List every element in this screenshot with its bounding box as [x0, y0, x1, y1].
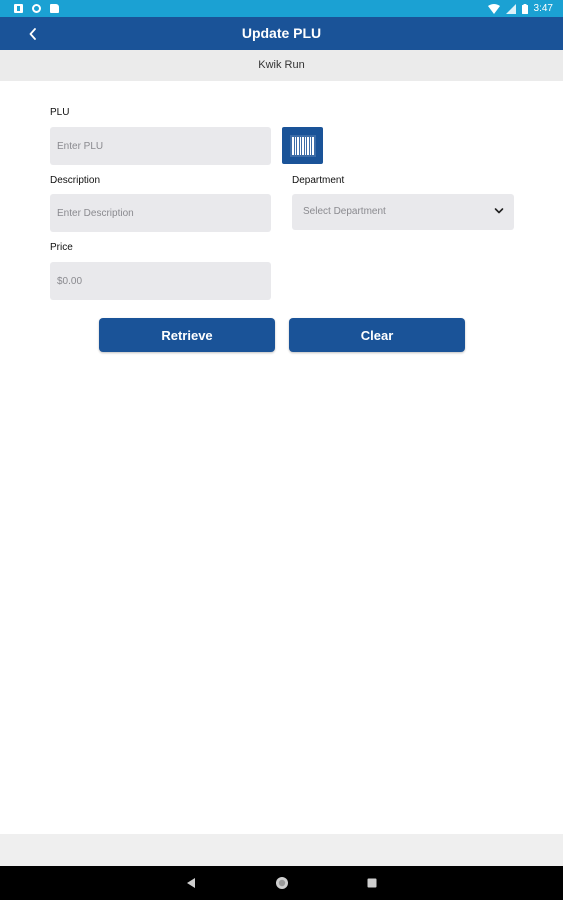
system-nav-bar	[0, 866, 563, 900]
app-header: Update PLU	[0, 17, 563, 50]
department-select[interactable]: Select Department	[292, 194, 514, 230]
nav-back-button[interactable]	[184, 876, 198, 890]
wifi-icon	[487, 3, 500, 14]
screen: 3:47 Update PLU Kwik Run PLU D	[0, 0, 563, 900]
home-circle-icon	[276, 877, 288, 889]
department-label: Department	[292, 175, 345, 186]
back-triangle-icon	[187, 878, 195, 888]
price-label: Price	[50, 242, 73, 253]
recents-square-icon	[367, 878, 377, 888]
notification-icon	[14, 4, 23, 13]
signal-icon	[505, 3, 516, 14]
description-input[interactable]	[50, 194, 271, 232]
sync-icon	[32, 4, 41, 13]
store-name: Kwik Run	[258, 59, 305, 71]
bottom-bar	[0, 834, 563, 866]
battery-icon	[521, 3, 528, 14]
status-right: 3:47	[487, 2, 553, 15]
price-input[interactable]	[50, 262, 271, 300]
sd-card-icon	[50, 4, 59, 13]
description-label: Description	[50, 175, 101, 186]
clear-button[interactable]: Clear	[289, 318, 465, 352]
store-subheader: Kwik Run	[0, 50, 563, 81]
nav-home-button[interactable]	[275, 876, 289, 890]
status-bar: 3:47	[0, 0, 563, 17]
barcode-icon	[289, 134, 316, 157]
department-selected-value: Select Department	[303, 206, 386, 217]
page-title: Update PLU	[241, 25, 322, 41]
plu-input[interactable]	[50, 127, 271, 165]
status-time: 3:47	[533, 3, 553, 14]
plu-label: PLU	[50, 107, 70, 118]
nav-recents-button[interactable]	[365, 876, 379, 890]
retrieve-button[interactable]: Retrieve	[99, 318, 275, 352]
scan-barcode-button[interactable]	[282, 127, 323, 164]
chevron-down-icon	[494, 208, 504, 214]
